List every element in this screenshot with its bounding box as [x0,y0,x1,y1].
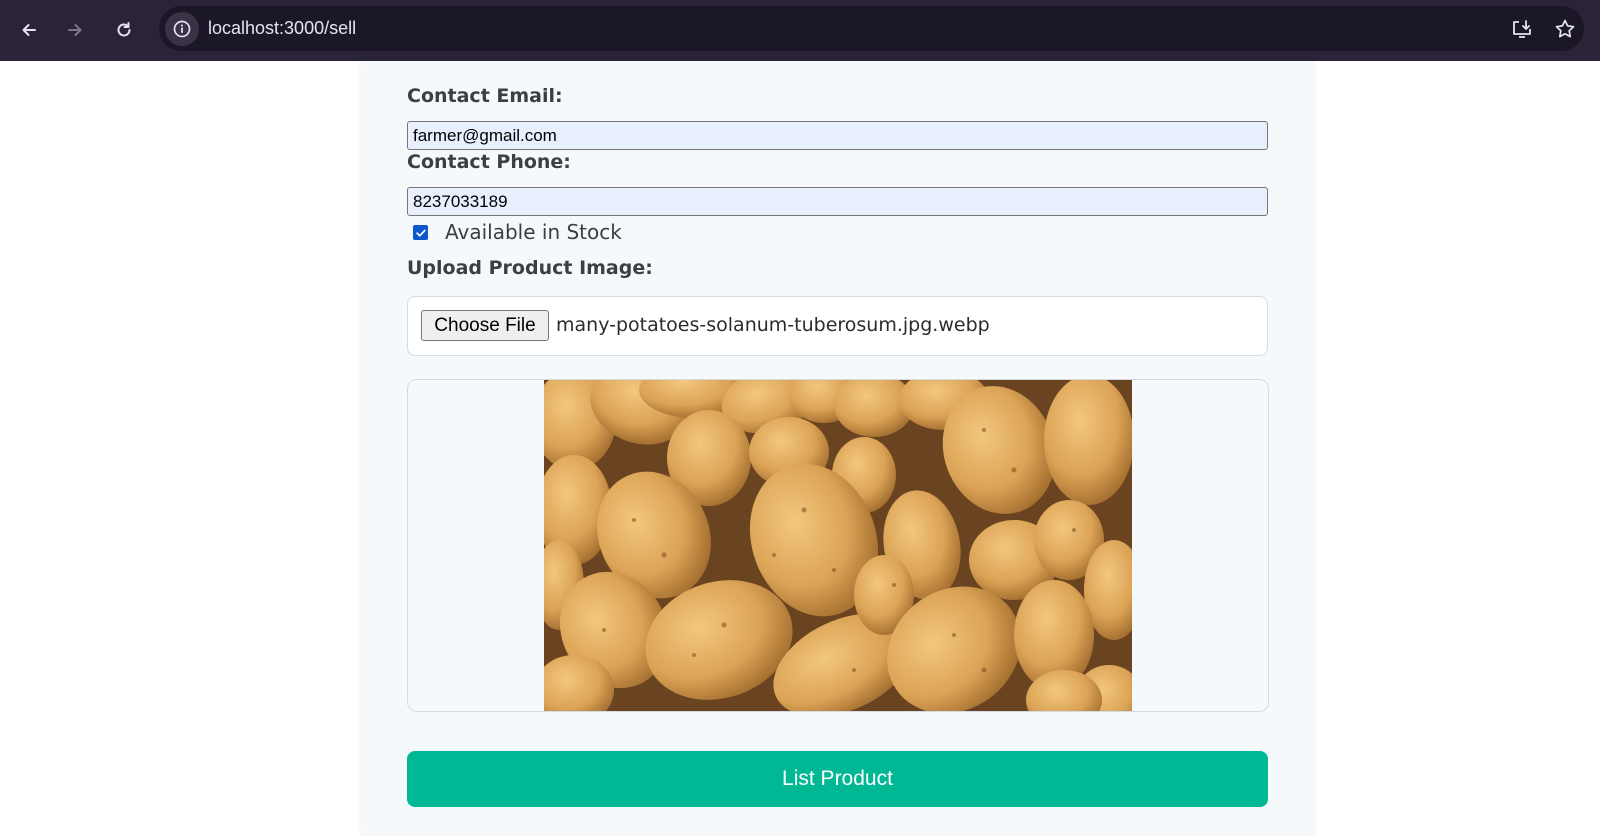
page-content: Contact Email: farmer@gmail.com Contact … [0,61,1600,836]
contact-email-label: Contact Email: [407,85,563,107]
site-info-icon [173,20,191,38]
selected-file-name: many-potatoes-solanum-tuberosum.jpg.webp [556,314,990,336]
image-preview-frame [407,379,1269,712]
potatoes-photo [544,380,1132,711]
forward-button[interactable] [57,12,93,48]
list-product-button[interactable]: List Product [407,751,1268,807]
address-bar[interactable]: localhost:3000/sell [159,6,1584,51]
bookmark-button[interactable] [1552,16,1578,42]
upload-image-label: Upload Product Image: [407,257,653,279]
stock-checkbox[interactable] [413,225,428,240]
check-icon [415,229,426,237]
contact-email-input[interactable]: farmer@gmail.com [407,121,1268,150]
sell-form-card: Contact Email: farmer@gmail.com Contact … [361,61,1313,836]
back-arrow-icon [22,24,36,36]
file-upload-field[interactable]: Choose File many-potatoes-solanum-tubero… [407,296,1268,356]
install-app-button[interactable] [1509,16,1535,42]
stock-checkbox-label: Available in Stock [445,220,622,244]
contact-phone-input[interactable]: 8237033189 [407,187,1268,216]
browser-toolbar: localhost:3000/sell [0,0,1600,61]
reload-icon [117,22,131,37]
potatoes-image [544,380,1132,711]
contact-phone-label: Contact Phone: [407,151,571,173]
bookmark-star-icon [1555,19,1575,38]
site-info-button[interactable] [165,12,199,46]
url-text: localhost:3000/sell [208,18,357,38]
install-app-icon [1513,20,1531,38]
reload-button[interactable] [106,12,142,48]
back-button[interactable] [11,12,47,48]
choose-file-button[interactable]: Choose File [421,310,549,341]
forward-arrow-icon [68,24,82,36]
